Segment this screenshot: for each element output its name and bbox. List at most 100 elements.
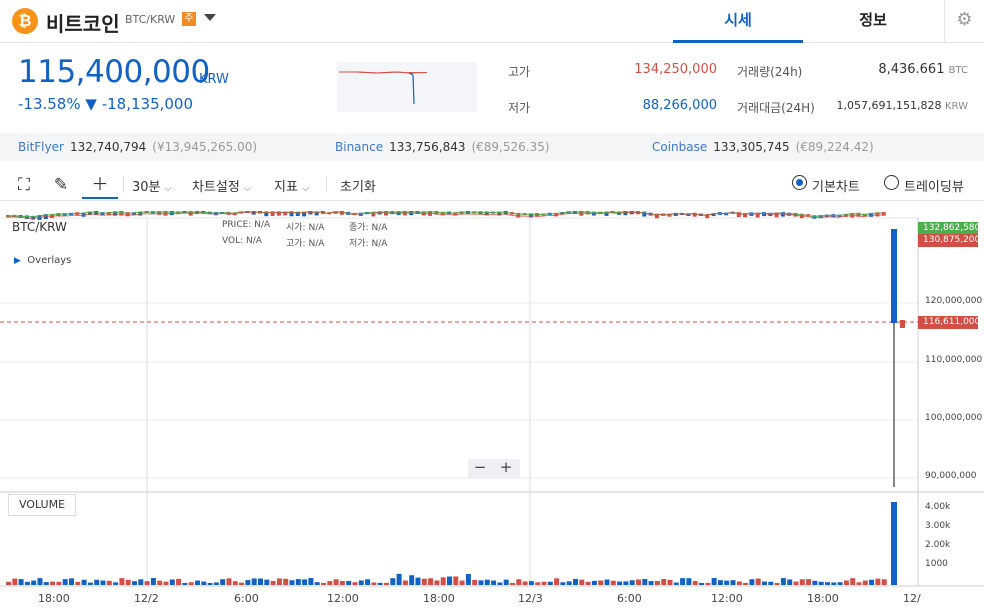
volume-bar bbox=[56, 581, 62, 585]
volume-bar bbox=[415, 577, 421, 585]
high-label: 고가 bbox=[508, 65, 531, 79]
exchange-name[interactable]: BitFlyer bbox=[18, 140, 64, 154]
exchange-price: 133,756,843 bbox=[389, 140, 466, 154]
volume-bar bbox=[188, 582, 194, 585]
volume-bar bbox=[409, 575, 415, 585]
candlestick-chart[interactable] bbox=[0, 201, 984, 611]
fullscreen-icon[interactable]: ⛶ bbox=[12, 171, 36, 199]
interval-label: 30분 bbox=[132, 180, 161, 195]
ohlc-value: N/A bbox=[371, 239, 388, 249]
volume-bar bbox=[447, 576, 452, 585]
volume-bar bbox=[138, 579, 144, 585]
volume-bar bbox=[774, 582, 780, 585]
volume-bar bbox=[850, 578, 856, 585]
interval-select[interactable]: 30분 ⌵ bbox=[132, 176, 171, 195]
volume-bar bbox=[692, 581, 698, 585]
high-value: 134,250,000 bbox=[634, 62, 717, 77]
volume-bar bbox=[762, 581, 767, 585]
volume-bar bbox=[276, 578, 282, 585]
volume-bar bbox=[768, 581, 774, 585]
vol-tick: 4.00k bbox=[925, 502, 951, 512]
vol-tick: 2.00k bbox=[925, 540, 951, 550]
volume-bar bbox=[396, 573, 402, 585]
ohlc-label: VOL: bbox=[222, 236, 244, 246]
volume-bar bbox=[661, 579, 667, 585]
volume-bar bbox=[459, 580, 465, 585]
coin-name[interactable]: 비트코인 bbox=[46, 8, 120, 37]
ohlc-close: 종가: N/A bbox=[349, 220, 387, 233]
volume-bar bbox=[503, 579, 509, 585]
price-chart[interactable]: BTC/KRW ▶ Overlays PRICE: N/A 시가: N/A 종가… bbox=[0, 201, 984, 611]
volume-bar bbox=[69, 578, 74, 585]
overlays-label: Overlays bbox=[27, 255, 72, 266]
volume-label[interactable]: VOLUME bbox=[8, 494, 76, 516]
volume-bar bbox=[365, 579, 371, 585]
volume-bar bbox=[327, 581, 333, 585]
volume-bar bbox=[295, 579, 301, 585]
volume-bar bbox=[75, 581, 81, 585]
volume-bar bbox=[358, 580, 364, 585]
exchange-price: 132,740,794 bbox=[69, 140, 147, 154]
exchange-name[interactable]: Coinbase bbox=[652, 140, 707, 154]
x-tick: 12:00 bbox=[327, 592, 359, 605]
volume-bar bbox=[201, 581, 207, 585]
volume-number: 8,436.661 bbox=[878, 62, 945, 77]
crosshair-icon[interactable]: ＋ bbox=[82, 171, 118, 199]
volume-bar bbox=[207, 582, 213, 585]
x-tick: 12:00 bbox=[711, 592, 743, 605]
volume-bar bbox=[176, 578, 182, 585]
volume-bar bbox=[654, 580, 660, 585]
volume-unit: BTC bbox=[948, 65, 968, 76]
volume-bar bbox=[831, 582, 837, 585]
volume-bar bbox=[43, 582, 49, 585]
pencil-icon[interactable]: ✎ bbox=[48, 171, 74, 199]
gear-icon[interactable]: ⚙ bbox=[944, 0, 984, 43]
volume-bar bbox=[472, 579, 478, 585]
volume-bar bbox=[566, 581, 572, 585]
volume-bar bbox=[402, 580, 408, 585]
volume-bar bbox=[12, 578, 18, 585]
tab-quote[interactable]: 시세 bbox=[673, 0, 803, 43]
volume-bar bbox=[585, 581, 591, 585]
volume-bar bbox=[510, 582, 515, 585]
exchange-price-bar: BitFlyer 132,740,794 (¥13,945,265.00) Bina… bbox=[0, 133, 984, 161]
tradingview-label[interactable]: 트레이딩뷰 bbox=[904, 176, 964, 195]
volume-bar bbox=[547, 581, 553, 585]
indicators-select[interactable]: 지표 ⌵ bbox=[274, 176, 309, 195]
volume-bar bbox=[812, 580, 818, 585]
volume-bar bbox=[226, 578, 232, 585]
x-tick: 18:00 bbox=[807, 592, 839, 605]
overlays-toggle[interactable]: ▶ Overlays bbox=[14, 255, 71, 266]
radio-basic-chart[interactable] bbox=[792, 175, 807, 190]
exchange-name[interactable]: Binance bbox=[335, 140, 383, 154]
volume-bar bbox=[787, 579, 793, 585]
volume-bar bbox=[522, 581, 528, 585]
last-candle bbox=[900, 320, 905, 328]
volume-bar bbox=[440, 577, 446, 585]
volume-bar bbox=[793, 581, 799, 585]
ohlc-value: N/A bbox=[254, 220, 271, 230]
chevron-down-icon: ⌵ bbox=[302, 184, 309, 194]
basic-chart-label[interactable]: 기본차트 bbox=[812, 176, 860, 195]
volume-bar bbox=[610, 580, 616, 585]
chevron-down-icon[interactable] bbox=[204, 14, 216, 21]
zoom-out-button[interactable]: − bbox=[470, 458, 490, 476]
zoom-in-button[interactable]: + bbox=[496, 458, 516, 476]
volume-bar bbox=[730, 580, 736, 585]
volume-bar bbox=[119, 578, 125, 585]
y-tick: 110,000,000 bbox=[925, 355, 983, 365]
volume-bar bbox=[220, 579, 226, 585]
ohlc-label: 시가: bbox=[286, 223, 306, 233]
vol-tick: 1000 bbox=[925, 559, 948, 569]
volume-bar bbox=[302, 579, 308, 585]
volume-bar bbox=[541, 581, 547, 585]
tab-info[interactable]: 정보 bbox=[808, 0, 938, 43]
volume-bar bbox=[239, 582, 245, 585]
volume-bar bbox=[598, 580, 604, 585]
exchange-coinbase: Coinbase 133,305,745 (€89,224.42) bbox=[652, 133, 874, 161]
price-change: -13.58% ▼ -18,135,000 bbox=[18, 95, 193, 113]
chart-settings-select[interactable]: 차트설정 ⌵ bbox=[192, 176, 251, 195]
radio-tradingview[interactable] bbox=[884, 175, 899, 190]
x-tick: 6:00 bbox=[617, 592, 642, 605]
reset-button[interactable]: 초기화 bbox=[340, 176, 376, 195]
